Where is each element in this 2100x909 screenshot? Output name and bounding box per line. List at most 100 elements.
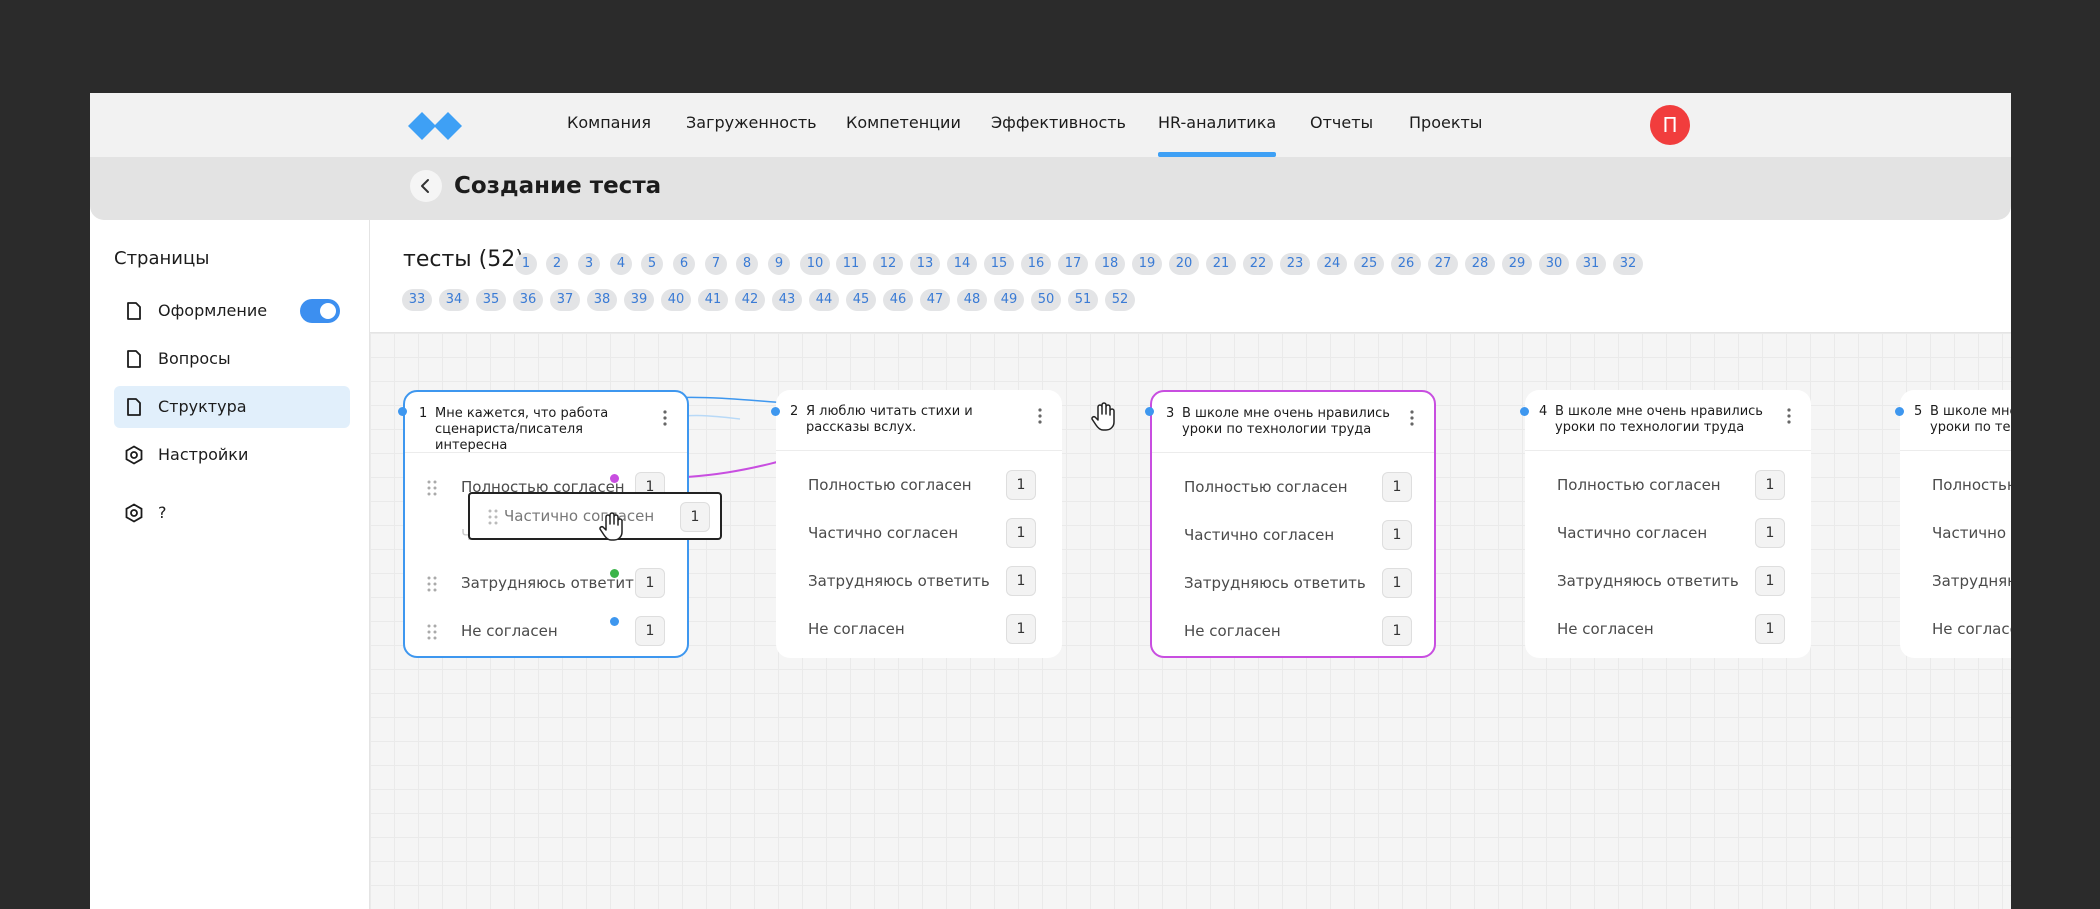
test-number-chip[interactable]: 12 (873, 253, 903, 275)
more-vertical-icon[interactable] (1410, 410, 1414, 426)
more-vertical-icon[interactable] (1787, 408, 1791, 424)
test-number-chip[interactable]: 42 (735, 289, 765, 311)
test-number-chip[interactable]: 46 (883, 289, 913, 311)
design-toggle[interactable] (300, 299, 340, 323)
test-number-chip[interactable]: 52 (1105, 289, 1135, 311)
test-number-chip[interactable]: 6 (673, 253, 695, 275)
test-number-chip[interactable]: 34 (439, 289, 469, 311)
answer-count[interactable]: 1 (1382, 520, 1412, 550)
drag-handle-icon[interactable] (427, 480, 437, 500)
sidebar-item-settings[interactable]: Настройки (114, 434, 350, 476)
test-number-chip[interactable]: 18 (1095, 253, 1125, 275)
answer-count[interactable]: 1 (1006, 614, 1036, 644)
test-number-chip[interactable]: 22 (1243, 253, 1273, 275)
back-button[interactable] (410, 170, 442, 202)
answer-count[interactable]: 1 (1006, 470, 1036, 500)
question-card[interactable]: 3 В школе мне очень нравились уроки по те… (1150, 390, 1436, 658)
answer-count[interactable]: 1 (1382, 472, 1412, 502)
test-number-chip[interactable]: 31 (1576, 253, 1606, 275)
test-number-chip[interactable]: 32 (1613, 253, 1643, 275)
test-number-chip[interactable]: 2 (546, 253, 568, 275)
test-number-chip[interactable]: 38 (587, 289, 617, 311)
question-card[interactable]: 5 В школе мне очень нравились уроки по те… (1900, 390, 2011, 658)
more-vertical-icon[interactable] (1038, 408, 1042, 424)
answer-option[interactable]: Затрудняюсь ответить1 (792, 566, 1046, 596)
test-number-chip[interactable]: 51 (1068, 289, 1098, 311)
test-number-chip[interactable]: 4 (610, 253, 632, 275)
output-connector-dot[interactable] (610, 474, 619, 483)
answer-option[interactable]: Полностью согласен1 (792, 470, 1046, 500)
test-number-chip[interactable]: 19 (1132, 253, 1162, 275)
test-number-chip[interactable]: 13 (910, 253, 940, 275)
test-number-chip[interactable]: 15 (984, 253, 1014, 275)
drag-handle-icon[interactable] (427, 576, 437, 596)
logo-icon[interactable] (408, 109, 468, 143)
more-vertical-icon[interactable] (663, 410, 667, 426)
test-number-chip[interactable]: 17 (1058, 253, 1088, 275)
answer-option[interactable]: Затрудняюсь ответить1 (421, 568, 675, 598)
test-number-chip[interactable]: 48 (957, 289, 987, 311)
test-number-chip[interactable]: 11 (836, 253, 866, 275)
drag-handle-icon[interactable] (427, 624, 437, 644)
answer-option[interactable]: Частично согласен1 (792, 518, 1046, 548)
question-card[interactable]: 2 Я люблю читать стихи и рассказы вслух. П… (776, 390, 1062, 658)
answer-count[interactable]: 1 (1755, 614, 1785, 644)
sidebar-item-questions[interactable]: Вопросы (114, 338, 350, 380)
answer-option[interactable]: Затрудняюсь ответить1 (1541, 566, 1795, 596)
test-number-chip[interactable]: 40 (661, 289, 691, 311)
test-number-chip[interactable]: 8 (736, 253, 758, 275)
answer-option[interactable]: Не согласен 1 (1541, 614, 1795, 644)
sidebar-item-structure[interactable]: Структура (114, 386, 350, 428)
input-connector-dot[interactable] (1145, 407, 1154, 416)
avatar[interactable]: П (1650, 105, 1690, 145)
answer-option[interactable]: Полностью согласен1 (1916, 470, 2011, 500)
test-number-chip[interactable]: 21 (1206, 253, 1236, 275)
structure-canvas[interactable]: 1 Мне кажется, что работа сценариста/писа… (370, 333, 2011, 909)
test-number-chip[interactable]: 44 (809, 289, 839, 311)
answer-count[interactable]: 1 (1755, 518, 1785, 548)
nav-item-competencies[interactable]: Компетенции (846, 113, 961, 157)
answer-count[interactable]: 1 (1006, 566, 1036, 596)
test-number-chip[interactable]: 16 (1021, 253, 1051, 275)
answer-count[interactable]: 1 (1382, 568, 1412, 598)
output-connector-dot[interactable] (610, 569, 619, 578)
answer-option[interactable]: Частично согласен1 (1916, 518, 2011, 548)
test-number-chip[interactable]: 35 (476, 289, 506, 311)
answer-option[interactable]: Не согласен 1 (1168, 616, 1422, 646)
test-number-chip[interactable]: 41 (698, 289, 728, 311)
test-number-chip[interactable]: 23 (1280, 253, 1310, 275)
input-connector-dot[interactable] (771, 407, 780, 416)
test-number-chip[interactable]: 10 (800, 253, 830, 275)
nav-item-projects[interactable]: Проекты (1409, 113, 1482, 157)
answer-option[interactable]: Не согласен 1 (421, 616, 675, 646)
test-number-chip[interactable]: 28 (1465, 253, 1495, 275)
test-number-chip[interactable]: 26 (1391, 253, 1421, 275)
dragged-answer[interactable]: Частично согласен 1 (468, 492, 722, 541)
answer-count[interactable]: 1 (1382, 616, 1412, 646)
answer-option[interactable]: Затрудняюсь ответить1 (1916, 566, 2011, 596)
nav-item-reports[interactable]: Отчеты (1310, 113, 1373, 157)
test-number-chip[interactable]: 3 (578, 253, 600, 275)
test-number-chip[interactable]: 14 (947, 253, 977, 275)
answer-option[interactable]: Затрудняюсь ответить1 (1168, 568, 1422, 598)
test-number-chip[interactable]: 49 (994, 289, 1024, 311)
answer-option[interactable]: Полностью согласен1 (1541, 470, 1795, 500)
test-number-chip[interactable]: 33 (402, 289, 432, 311)
test-number-chip[interactable]: 47 (920, 289, 950, 311)
input-connector-dot[interactable] (1895, 407, 1904, 416)
answer-count[interactable]: 1 (1755, 470, 1785, 500)
question-card[interactable]: 4 В школе мне очень нравились уроки по те… (1525, 390, 1811, 658)
nav-item-company[interactable]: Компания (567, 113, 651, 157)
test-number-chip[interactable]: 20 (1169, 253, 1199, 275)
answer-option[interactable]: Частично согласен1 (1541, 518, 1795, 548)
answer-count[interactable]: 1 (635, 616, 665, 646)
test-number-chip[interactable]: 29 (1502, 253, 1532, 275)
test-number-chip[interactable]: 37 (550, 289, 580, 311)
output-connector-dot[interactable] (610, 617, 619, 626)
sidebar-item-help[interactable]: ? (114, 492, 350, 534)
nav-item-workload[interactable]: Загруженность (686, 113, 817, 157)
nav-item-efficiency[interactable]: Эффективность (991, 113, 1126, 157)
test-number-chip[interactable]: 1 (515, 253, 537, 275)
answer-option[interactable]: Не согласен 1 (792, 614, 1046, 644)
test-number-chip[interactable]: 27 (1428, 253, 1458, 275)
